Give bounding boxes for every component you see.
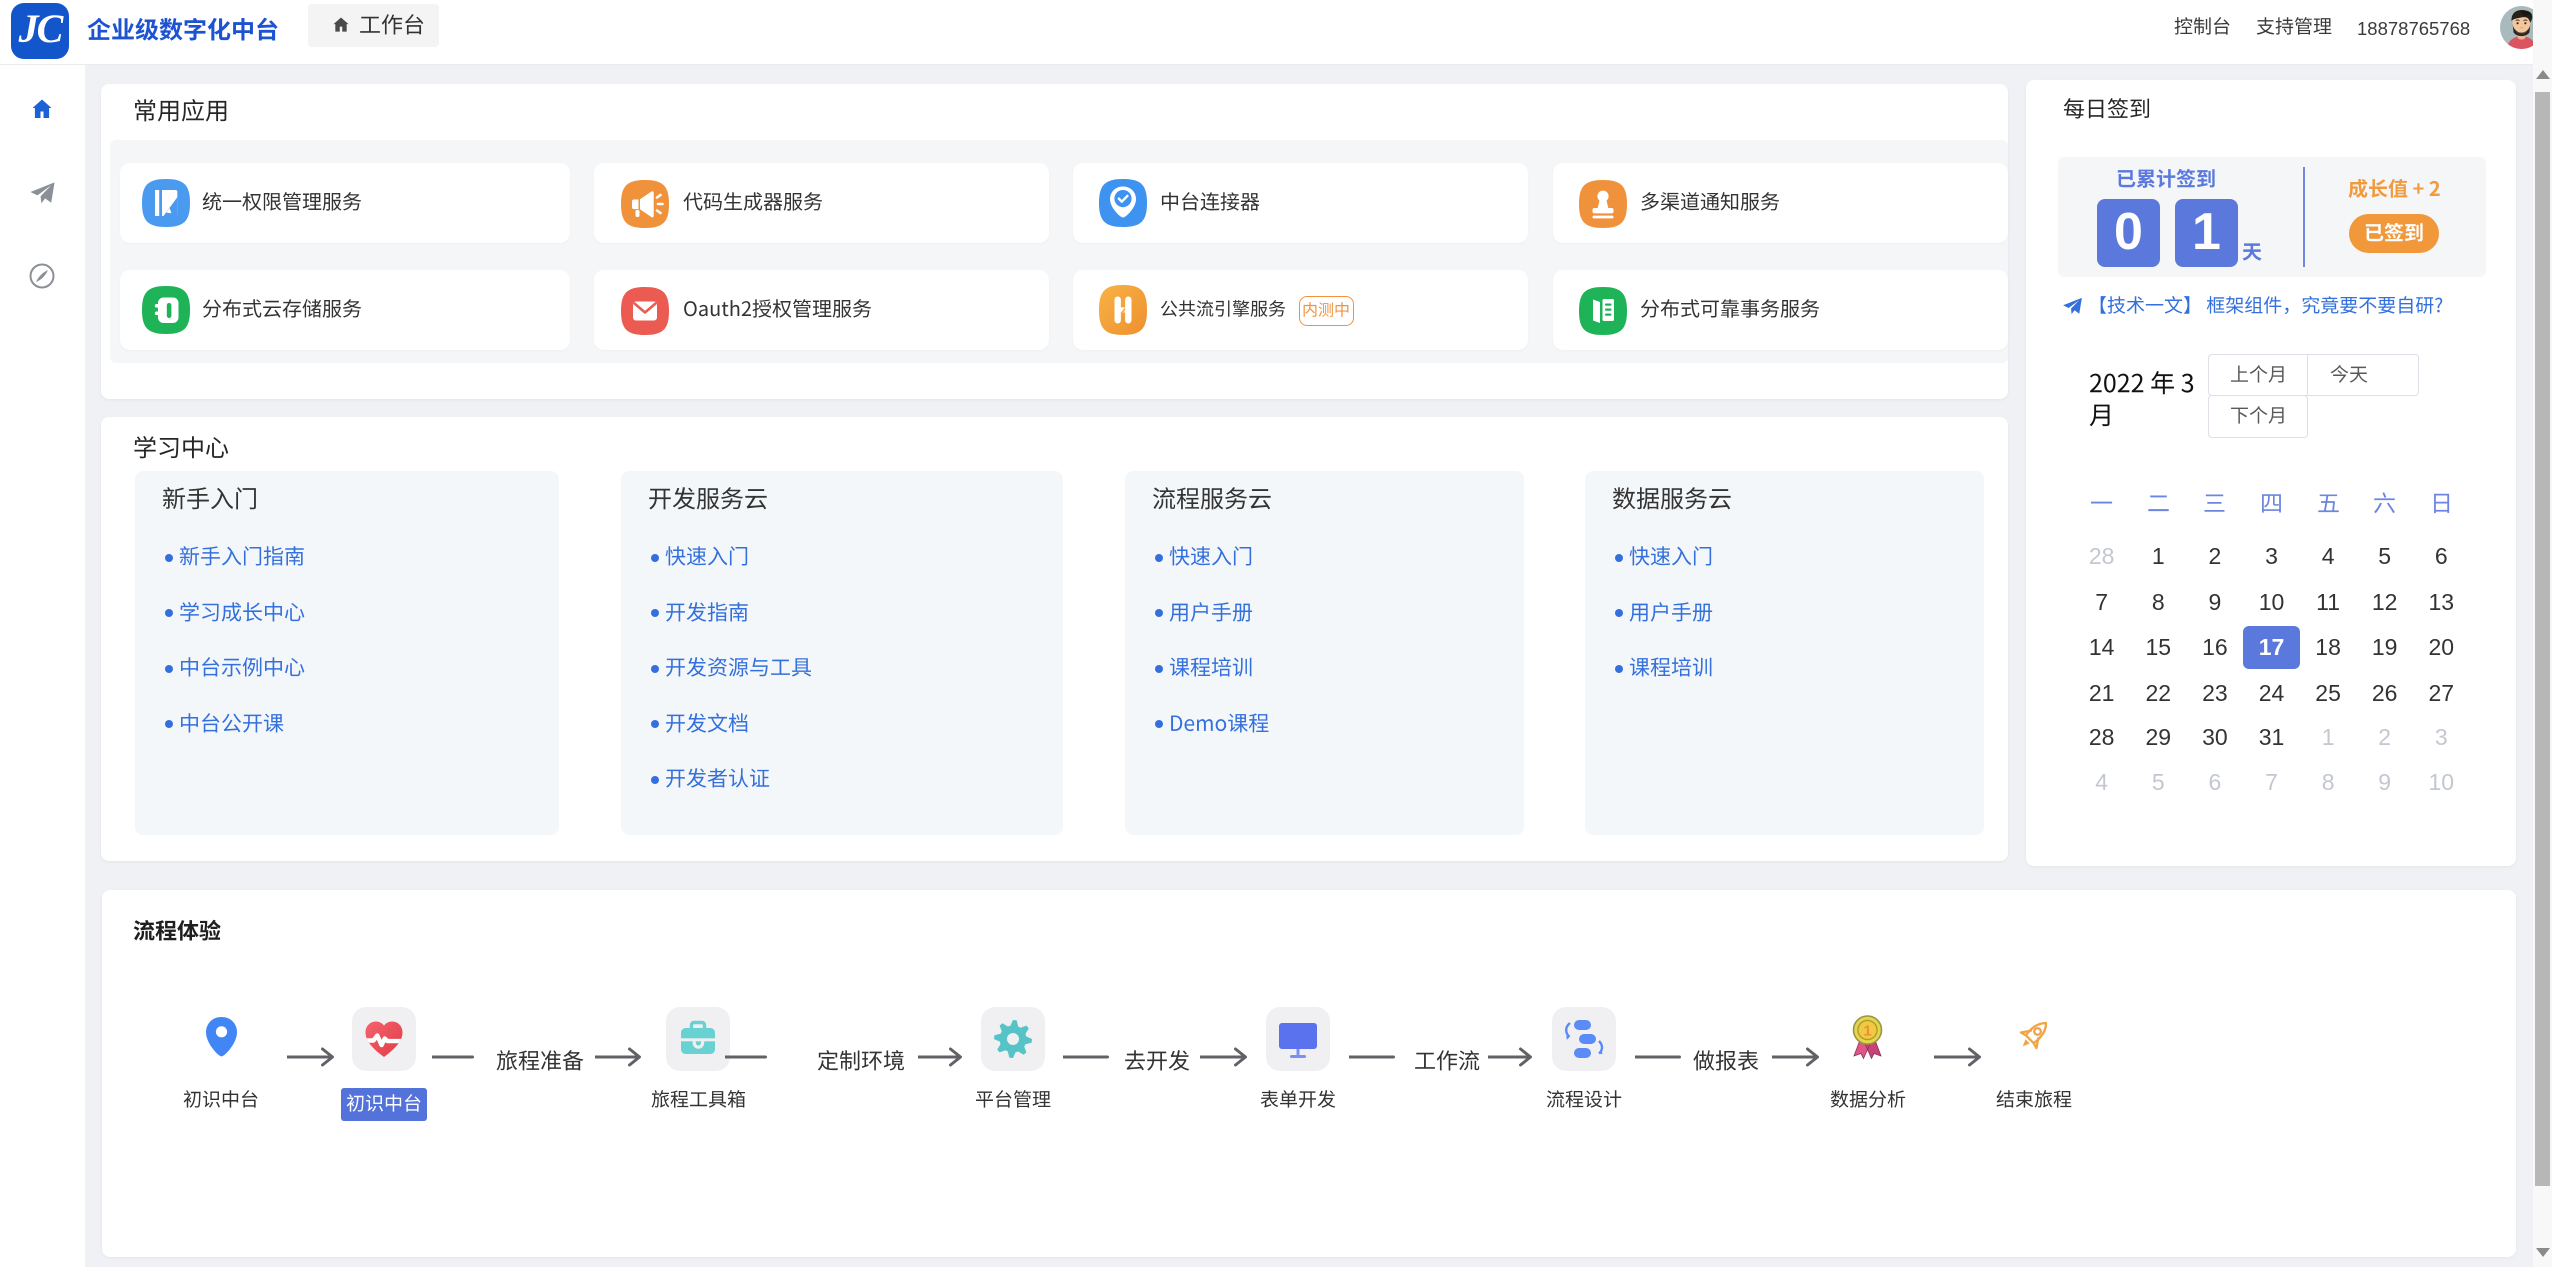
svg-text:1: 1 [1863,1023,1871,1040]
